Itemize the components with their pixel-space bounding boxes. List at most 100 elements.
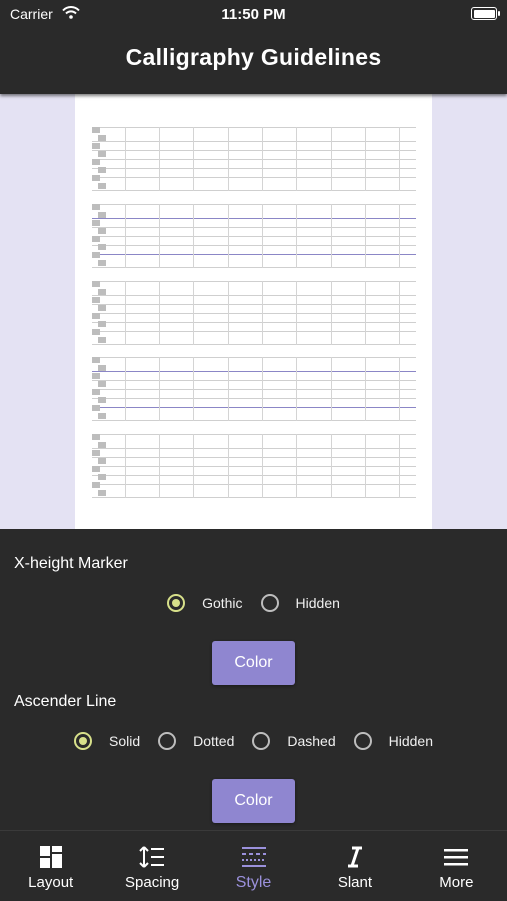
slant-line [159, 204, 160, 268]
x-height-marker [92, 389, 100, 395]
x-height-marker [98, 397, 106, 403]
slant-line [296, 434, 297, 498]
x-height-marker [92, 434, 100, 440]
tab-layout-label: Layout [28, 874, 74, 891]
option-solid[interactable]: Solid [73, 732, 140, 750]
tab-spacing[interactable]: Spacing [101, 831, 202, 901]
guideline-block [92, 204, 416, 268]
guide-line [92, 227, 416, 228]
radio-hidden[interactable] [260, 594, 279, 612]
x-height-marker [98, 474, 106, 480]
x-height-marker [92, 252, 100, 258]
slant-line [399, 204, 400, 268]
guide-line [92, 150, 416, 151]
slant-line [228, 434, 229, 498]
tab-layout[interactable]: Layout [0, 831, 101, 901]
radio-dotted[interactable] [158, 732, 177, 750]
option-gothic[interactable]: Gothic [167, 594, 243, 612]
slant-line [193, 204, 194, 268]
x-height-marker [98, 321, 106, 327]
tab-more[interactable]: More [406, 831, 507, 901]
x-height-marker [98, 228, 106, 234]
status-bar: Carrier 11:50 PM [0, 0, 507, 28]
x-height-marker [92, 373, 100, 379]
guide-line [92, 218, 416, 219]
slant-line [331, 127, 332, 191]
slant-line [193, 434, 194, 498]
slant-line [365, 281, 366, 345]
x-height-marker [98, 381, 106, 387]
guideline-block [92, 357, 416, 421]
slant-line [365, 357, 366, 421]
x-height-marker [98, 151, 106, 157]
guide-line [92, 177, 416, 178]
guide-line [92, 398, 416, 399]
option-dotted-label: Dotted [193, 733, 235, 749]
guide-line [92, 204, 416, 205]
guide-line [92, 267, 416, 268]
guide-line [92, 466, 416, 467]
radio-dashed[interactable] [252, 732, 271, 750]
style-settings-panel: X-height Marker Gothic Hidden Color Asce… [0, 529, 507, 830]
option-dotted[interactable]: Dotted [158, 732, 234, 750]
x-height-marker [92, 466, 100, 472]
radio-solid[interactable] [73, 732, 92, 750]
x-height-marker [98, 183, 106, 189]
tab-style[interactable]: Style [203, 831, 304, 901]
slant-line [125, 434, 126, 498]
option-hidden[interactable]: Hidden [260, 594, 340, 612]
x-height-marker [98, 167, 106, 173]
layout-icon [39, 846, 62, 868]
menu-icon [444, 849, 469, 866]
radio-hidden-ascender[interactable] [353, 732, 372, 750]
option-dashed[interactable]: Dashed [252, 732, 336, 750]
tab-slant[interactable]: Slant [304, 831, 405, 901]
style-icon [241, 847, 266, 867]
option-hidden-label: Hidden [295, 595, 340, 611]
guideline-sheet [75, 94, 432, 529]
slant-line [125, 204, 126, 268]
slant-line [193, 357, 194, 421]
slant-line [296, 357, 297, 421]
battery-icon [471, 7, 500, 20]
guide-line [92, 407, 416, 408]
slant-line [159, 357, 160, 421]
guide-line [92, 357, 416, 358]
guide-line [92, 295, 416, 296]
guide-line [92, 448, 416, 449]
guideline-block [92, 127, 416, 191]
slant-line [331, 204, 332, 268]
guide-line [92, 484, 416, 485]
radio-gothic[interactable] [167, 594, 186, 612]
ascender-color-button[interactable]: Color [212, 779, 295, 823]
slant-line [399, 357, 400, 421]
slant-line [159, 127, 160, 191]
guide-line [92, 344, 416, 345]
guideline-block [92, 434, 416, 498]
tab-slant-label: Slant [337, 874, 373, 891]
option-gothic-label: Gothic [202, 595, 243, 611]
x-height-marker [92, 329, 100, 335]
guide-line [92, 190, 416, 191]
slant-line [365, 204, 366, 268]
guide-line [92, 141, 416, 142]
x-height-marker [92, 357, 100, 363]
guide-line [92, 245, 416, 246]
x-height-marker [92, 281, 100, 287]
slant-line [365, 127, 366, 191]
x-height-marker [98, 337, 106, 343]
x-height-color-button[interactable]: Color [212, 641, 295, 685]
slant-line [228, 281, 229, 345]
guide-line [92, 168, 416, 169]
tab-style-label: Style [235, 874, 272, 891]
slant-line [193, 127, 194, 191]
slant-line [228, 357, 229, 421]
x-height-marker [92, 159, 100, 165]
x-height-marker [92, 313, 100, 319]
option-hidden-ascender[interactable]: Hidden [353, 732, 433, 750]
x-height-marker [92, 297, 100, 303]
guide-line [92, 457, 416, 458]
guide-line [92, 236, 416, 237]
tab-more-label: More [439, 874, 474, 891]
x-height-marker [92, 220, 100, 226]
